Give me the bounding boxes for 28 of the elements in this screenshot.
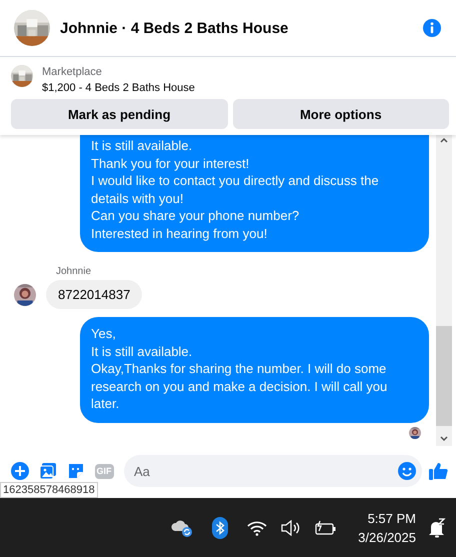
info-icon[interactable] — [422, 18, 442, 38]
listing-button[interactable]: Mark as pending — [11, 99, 228, 129]
chat-title: Johnnie · 4 Beds 2 Baths House — [60, 20, 290, 36]
thumbs-up-icon[interactable] — [428, 461, 448, 481]
scroll-up-icon[interactable] — [439, 135, 449, 145]
battery-icon[interactable] — [315, 520, 338, 536]
scroll-down-icon[interactable] — [439, 434, 449, 444]
clock-time[interactable]: 5:57 PM — [368, 508, 416, 528]
tooltip: 162358578468918 — [0, 482, 98, 498]
sender-name: Johnnie — [56, 266, 92, 277]
listing-button[interactable]: More options — [232, 99, 449, 129]
cloud-sync-icon[interactable] — [171, 518, 194, 536]
message-bubble: 8722014837 — [46, 280, 142, 309]
bluetooth-icon[interactable] — [212, 516, 228, 538]
scrollbar[interactable] — [436, 135, 452, 446]
message-bubble: Yes, It is still available. Okay,Thanks for sharing the number. I will do some research on you and make a decision. I will call you later. — [80, 317, 429, 422]
message-bubble: It is still available. Thank you for your interest! I would like to contact you directly and discuss the details with you! Can you share your phone number? Interested in hearing from you! — [80, 135, 429, 252]
notification-bell-icon[interactable] — [428, 518, 446, 538]
photo-icon[interactable] — [39, 462, 57, 480]
sticker-icon[interactable] — [67, 462, 85, 480]
volume-icon[interactable] — [281, 520, 302, 536]
emoji-icon[interactable] — [398, 462, 416, 480]
plus-icon[interactable] — [11, 462, 29, 480]
message-field[interactable]: Aa — [124, 455, 422, 487]
listing-summary: $1,200 - 4 Beds 2 Baths House — [42, 82, 195, 94]
wifi-icon[interactable] — [247, 520, 268, 536]
listing-source: Marketplace — [42, 66, 103, 78]
clock-date[interactable]: 3/26/2025 — [358, 528, 416, 546]
